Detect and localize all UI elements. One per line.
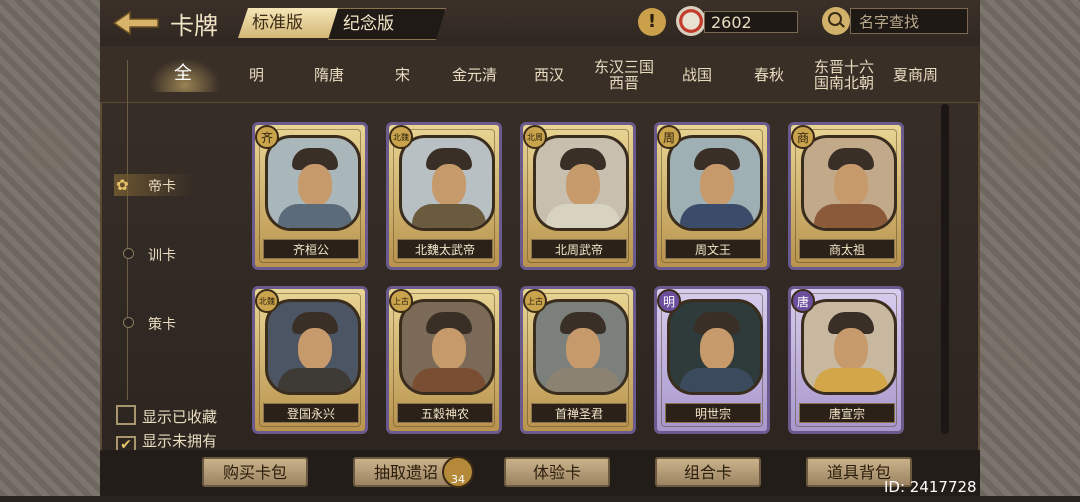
filter-collected[interactable]: 显示已收藏: [116, 405, 217, 427]
card-portrait: [265, 299, 361, 395]
dynasty-badge: 上古: [389, 289, 413, 313]
portrait-robe: [546, 368, 620, 392]
search-icon[interactable]: [822, 7, 850, 35]
card[interactable]: 周周文王: [654, 122, 770, 270]
lotus-icon: ✿: [116, 176, 129, 194]
right-decorative-panel: [980, 0, 1080, 496]
left-decorative-panel: [0, 0, 100, 496]
card-portrait: [533, 299, 629, 395]
portrait-robe: [814, 204, 888, 228]
card[interactable]: 北魏北魏太武帝: [386, 122, 502, 270]
card[interactable]: 北周北周武帝: [520, 122, 636, 270]
trial-card-button[interactable]: 体验卡: [504, 457, 610, 487]
card[interactable]: 唐唐宣宗: [788, 286, 904, 434]
tab-zhanguo[interactable]: 战国: [682, 67, 712, 83]
dynasty-badge: 北魏: [255, 289, 279, 313]
dynasty-badge: 明: [657, 289, 681, 313]
tab-xihan[interactable]: 西汉: [534, 67, 564, 83]
category-dot: [123, 317, 134, 328]
tab-donghan[interactable]: 东汉三国 西晋: [592, 59, 656, 91]
portrait-face: [432, 164, 466, 206]
card-name: 北魏太武帝: [397, 239, 493, 259]
portrait-robe: [278, 204, 352, 228]
portrait-face: [834, 328, 868, 370]
filter-not-owned-label: 显示未拥有: [142, 432, 218, 450]
category-dot: [123, 248, 134, 259]
portrait-face: [298, 328, 332, 370]
dynasty-badge: 上古: [523, 289, 547, 313]
card-name: 登国永兴: [263, 403, 359, 423]
dynasty-badge: 齐: [255, 125, 279, 149]
card[interactable]: 明明世宗: [654, 286, 770, 434]
portrait-robe: [546, 204, 620, 228]
category-strategy[interactable]: 策卡: [148, 314, 176, 334]
checkbox-unchecked[interactable]: [116, 405, 136, 425]
card-name: 明世宗: [665, 403, 761, 423]
portrait-face: [700, 164, 734, 206]
card-portrait: [801, 135, 897, 231]
card-name: 周文王: [665, 239, 761, 259]
card-portrait: [265, 135, 361, 231]
portrait-face: [700, 328, 734, 370]
sidebar-timeline: [127, 60, 128, 400]
card-portrait: [399, 135, 495, 231]
dynasty-badge: 北魏: [389, 125, 413, 149]
card-portrait: [399, 299, 495, 395]
card-name: 齐桓公: [263, 239, 359, 259]
page-title: 卡牌: [170, 12, 218, 40]
card-name: 商太祖: [799, 239, 895, 259]
tab-ming[interactable]: 明: [249, 67, 264, 83]
portrait-face: [834, 164, 868, 206]
card-portrait: [801, 299, 897, 395]
card-portrait: [533, 135, 629, 231]
card[interactable]: 上古五穀神农: [386, 286, 502, 434]
filter-collected-label: 显示已收藏: [142, 408, 218, 426]
card-name: 北周武帝: [531, 239, 627, 259]
tab-dongjin[interactable]: 东晋十六 国南北朝: [812, 59, 876, 91]
portrait-robe: [680, 368, 754, 392]
tab-all[interactable]: 全: [174, 65, 192, 83]
currency-icon: [676, 6, 706, 36]
card[interactable]: 上古首禅圣君: [520, 286, 636, 434]
search-input[interactable]: 名字查找: [850, 8, 968, 34]
currency-amount: 2602: [704, 11, 798, 33]
category-emperor[interactable]: 帝卡: [148, 176, 176, 196]
card-name: 首禅圣君: [531, 403, 627, 423]
tab-chunqiu[interactable]: 春秋: [754, 67, 784, 83]
card[interactable]: 齐齐桓公: [252, 122, 368, 270]
card-name: 唐宣宗: [799, 403, 895, 423]
tab-song[interactable]: 宋: [395, 67, 410, 83]
portrait-robe: [412, 204, 486, 228]
buy-pack-button[interactable]: 购买卡包: [202, 457, 308, 487]
player-id: ID: 2417728: [884, 478, 977, 496]
category-training[interactable]: 训卡: [148, 245, 176, 265]
portrait-face: [566, 328, 600, 370]
tab-memorial-version[interactable]: 纪念版: [328, 8, 446, 40]
dynasty-badge: 北周: [523, 125, 547, 149]
portrait-face: [432, 328, 466, 370]
dynasty-badge: 商: [791, 125, 815, 149]
token-count-badge: 34: [442, 456, 474, 488]
portrait-robe: [680, 204, 754, 228]
scrollbar[interactable]: [941, 104, 949, 434]
portrait-robe: [278, 368, 352, 392]
card-portrait: [667, 135, 763, 231]
tab-xiashangzhou[interactable]: 夏商周: [893, 67, 938, 83]
back-arrow-icon[interactable]: [112, 8, 162, 38]
dynasty-badge: 周: [657, 125, 681, 149]
card[interactable]: 北魏登国永兴: [252, 286, 368, 434]
tab-jinyuanqing[interactable]: 金元清: [452, 67, 497, 83]
tab-suitang[interactable]: 隋唐: [314, 67, 344, 83]
card-name: 五穀神农: [397, 403, 493, 423]
portrait-face: [566, 164, 600, 206]
card-portrait: [667, 299, 763, 395]
portrait-robe: [412, 368, 486, 392]
dynasty-badge: 唐: [791, 289, 815, 313]
card[interactable]: 商商太祖: [788, 122, 904, 270]
warning-icon[interactable]: !: [638, 8, 666, 36]
combo-card-button[interactable]: 组合卡: [655, 457, 761, 487]
portrait-robe: [814, 368, 888, 392]
portrait-face: [298, 164, 332, 206]
